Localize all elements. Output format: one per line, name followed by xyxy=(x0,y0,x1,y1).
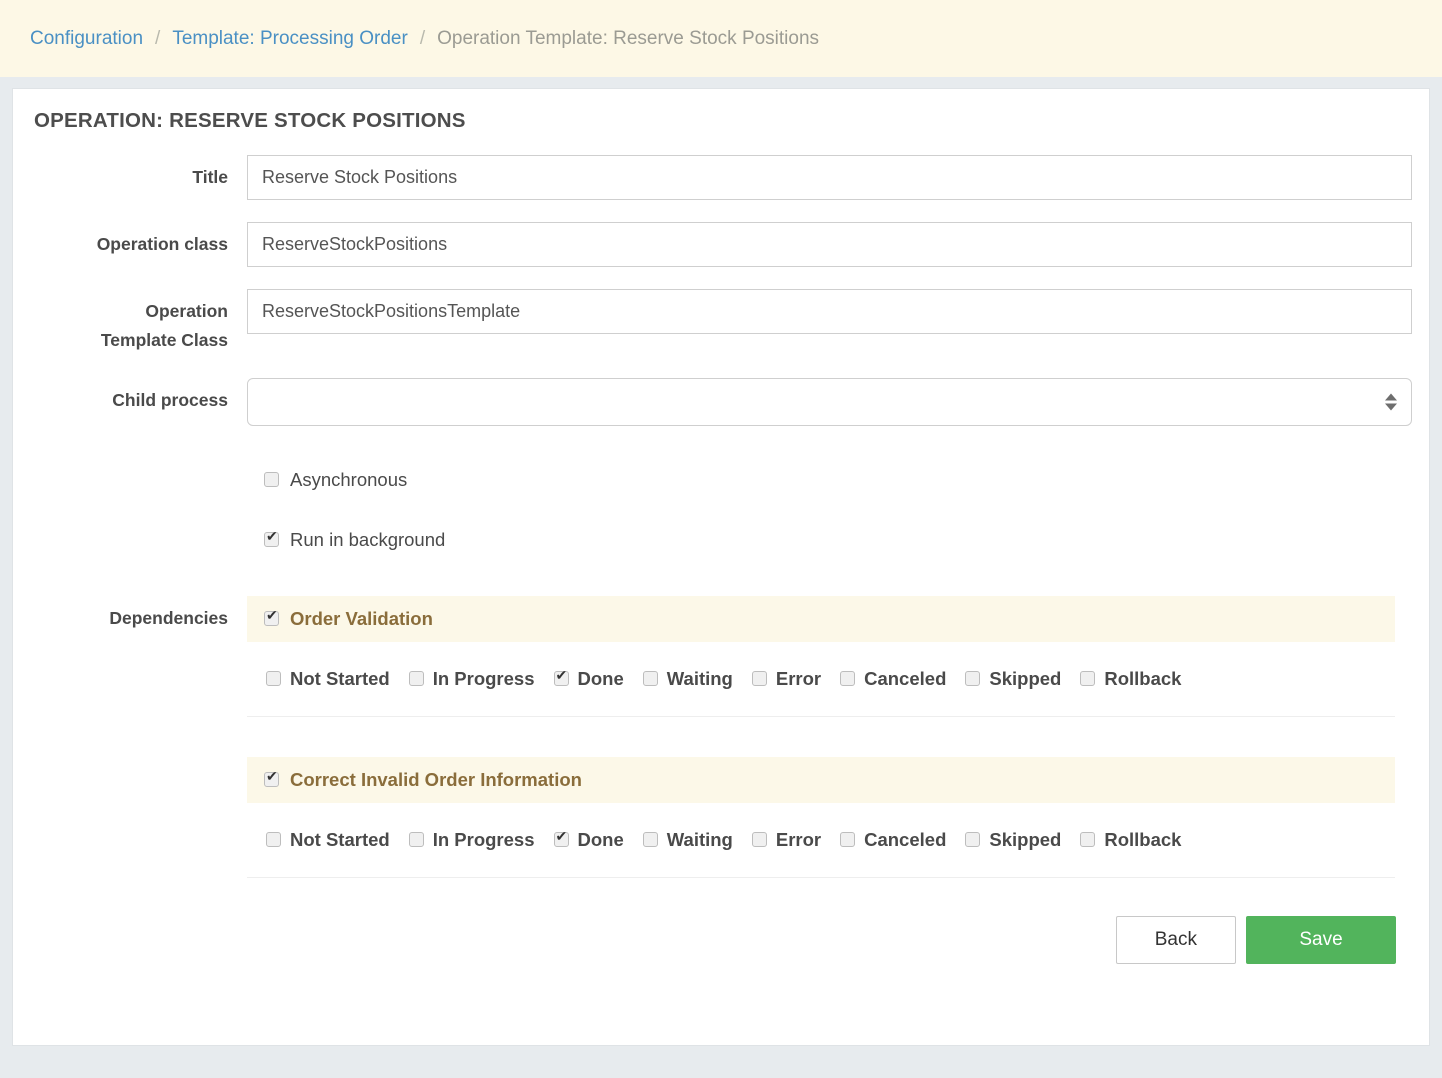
status-label-done: Done xyxy=(577,667,624,689)
breadcrumb-item-configuration[interactable]: Configuration xyxy=(30,28,143,50)
status-checkbox-not-started[interactable] xyxy=(266,832,281,848)
status-label-in-progress: In Progress xyxy=(432,667,535,689)
status-item-in-progress[interactable]: In Progress xyxy=(408,667,535,690)
status-checkbox-error[interactable] xyxy=(751,832,767,848)
dependency-title: Correct Invalid Order Information xyxy=(290,768,582,790)
operation-template-class-input[interactable] xyxy=(247,289,1412,334)
field-row-title: Title xyxy=(13,155,1429,200)
breadcrumb-separator: / xyxy=(155,27,161,49)
form-actions: Back Save xyxy=(13,878,1429,964)
label-operation-template-class: Operation Template Class xyxy=(13,289,247,356)
status-label-skipped: Skipped xyxy=(989,828,1062,850)
status-checkbox-rollback[interactable] xyxy=(1080,671,1096,687)
breadcrumb-separator: / xyxy=(419,27,426,49)
status-label-waiting: Waiting xyxy=(666,667,733,689)
field-row-flags: Asynchronous Run in background xyxy=(13,460,1429,560)
status-checkbox-waiting[interactable] xyxy=(642,832,658,848)
status-checkbox-done[interactable] xyxy=(553,668,569,687)
label-operation-template-class-line2: Template Class xyxy=(100,330,228,351)
checkbox-row-asynchronous: Asynchronous xyxy=(264,460,1412,500)
dependency-title: Order Validation xyxy=(290,607,433,629)
status-item-waiting[interactable]: Waiting xyxy=(642,667,733,690)
dependency-divider xyxy=(247,876,1395,878)
save-button[interactable]: Save xyxy=(1246,915,1396,964)
child-process-select[interactable] xyxy=(247,377,1412,426)
status-checkbox-skipped[interactable] xyxy=(965,671,981,687)
status-item-done[interactable]: Done xyxy=(553,828,624,851)
label-child-process: Child process xyxy=(112,389,228,410)
dependency-block: Order Validation Not Started In Progress… xyxy=(247,595,1412,717)
status-checkbox-in-progress[interactable] xyxy=(408,671,424,687)
asynchronous-checkbox[interactable] xyxy=(264,472,279,488)
dependency-header[interactable]: Correct Invalid Order Information xyxy=(247,756,1395,803)
status-checkbox-rollback[interactable] xyxy=(1080,832,1096,848)
label-title: Title xyxy=(192,167,228,187)
status-label-error: Error xyxy=(775,828,822,850)
status-checkbox-canceled[interactable] xyxy=(840,671,856,687)
status-item-skipped[interactable]: Skipped xyxy=(965,668,1061,690)
breadcrumb: Configuration / Template: Processing Ord… xyxy=(0,0,1442,77)
label-dependencies: Dependencies xyxy=(109,607,228,628)
run-in-background-label: Run in background xyxy=(290,528,446,550)
dependency-header[interactable]: Order Validation xyxy=(247,595,1395,642)
status-label-done: Done xyxy=(577,828,624,850)
status-label-canceled: Canceled xyxy=(864,667,947,689)
dependency-checkbox[interactable] xyxy=(264,608,279,627)
status-label-in-progress: In Progress xyxy=(432,828,535,850)
status-label-not-started: Not Started xyxy=(290,828,390,850)
label-flags-empty xyxy=(13,460,247,468)
child-process-selected-value xyxy=(248,392,262,412)
field-row-operation-template-class: Operation Template Class xyxy=(13,289,1429,356)
status-label-waiting: Waiting xyxy=(666,828,733,850)
status-item-rollback[interactable]: Rollback xyxy=(1080,668,1181,690)
status-checkbox-done[interactable] xyxy=(553,829,569,848)
status-item-not-started[interactable]: Not Started xyxy=(266,829,390,851)
page-title: OPERATION: RESERVE STOCK POSITIONS xyxy=(34,109,466,132)
status-item-done[interactable]: Done xyxy=(553,667,624,690)
status-label-rollback: Rollback xyxy=(1104,828,1182,850)
breadcrumb-item-template-processing-order[interactable]: Template: Processing Order xyxy=(172,28,408,50)
field-row-operation-class: Operation class xyxy=(13,222,1429,267)
label-operation-template-class-line1: Operation xyxy=(145,301,228,321)
status-label-canceled: Canceled xyxy=(864,828,947,850)
status-checkbox-canceled[interactable] xyxy=(840,832,856,848)
checkbox-row-run-in-background: Run in background xyxy=(264,520,1412,560)
title-input[interactable] xyxy=(247,155,1412,200)
status-label-error: Error xyxy=(775,667,822,689)
label-operation-class: Operation class xyxy=(96,234,228,254)
status-item-error[interactable]: Error xyxy=(751,828,822,851)
field-row-child-process: Child process xyxy=(13,377,1429,426)
status-item-error[interactable]: Error xyxy=(751,667,822,690)
run-in-background-checkbox[interactable] xyxy=(264,529,279,548)
status-checkbox-waiting[interactable] xyxy=(642,671,658,687)
status-item-canceled[interactable]: Canceled xyxy=(840,829,946,851)
dependency-status-row: Not Started In Progress Done Waiting Err… xyxy=(247,803,1395,877)
operation-class-input[interactable] xyxy=(247,222,1412,267)
dependency-status-row: Not Started In Progress Done Waiting Err… xyxy=(247,642,1395,716)
status-label-not-started: Not Started xyxy=(290,667,390,689)
dependency-block: Correct Invalid Order Information Not St… xyxy=(247,756,1412,878)
status-item-rollback[interactable]: Rollback xyxy=(1080,829,1181,851)
status-checkbox-skipped[interactable] xyxy=(965,832,981,848)
status-checkbox-not-started[interactable] xyxy=(266,671,281,687)
status-item-waiting[interactable]: Waiting xyxy=(642,828,733,851)
dependency-checkbox[interactable] xyxy=(264,769,279,788)
field-row-dependencies: Dependencies Order Validation Not Starte… xyxy=(13,595,1429,878)
asynchronous-label: Asynchronous xyxy=(290,468,408,490)
status-label-skipped: Skipped xyxy=(989,667,1062,689)
status-checkbox-in-progress[interactable] xyxy=(408,832,424,848)
status-label-rollback: Rollback xyxy=(1104,667,1182,689)
operation-form-card: OPERATION: RESERVE STOCK POSITIONS Title… xyxy=(12,88,1430,1046)
back-button[interactable]: Back xyxy=(1115,915,1236,964)
status-item-canceled[interactable]: Canceled xyxy=(840,668,946,690)
status-item-in-progress[interactable]: In Progress xyxy=(408,828,535,851)
breadcrumb-item-current: Operation Template: Reserve Stock Positi… xyxy=(437,27,820,49)
status-checkbox-error[interactable] xyxy=(751,671,767,687)
chevron-updown-icon xyxy=(1385,393,1397,411)
status-item-not-started[interactable]: Not Started xyxy=(266,668,390,690)
status-item-skipped[interactable]: Skipped xyxy=(965,829,1061,851)
